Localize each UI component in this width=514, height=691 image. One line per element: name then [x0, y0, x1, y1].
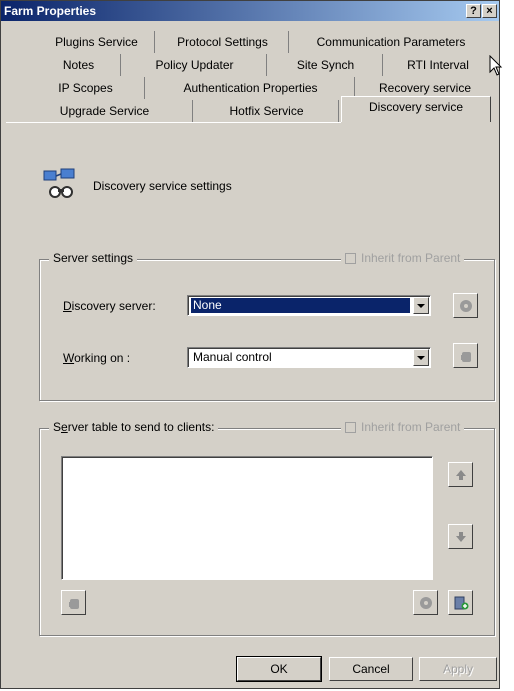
working-on-action-button[interactable]: [453, 343, 478, 368]
working-on-label: Working on :: [63, 351, 131, 365]
inherit-label: Inherit from Parent: [361, 420, 461, 434]
inherit-label: Inherit from Parent: [361, 251, 461, 265]
apply-button[interactable]: Apply: [419, 657, 497, 681]
tab-notes[interactable]: Notes: [37, 54, 121, 76]
tab-hotfix-service[interactable]: Hotfix Service: [195, 100, 339, 122]
tab-panel-edge: [6, 122, 341, 123]
tab-authentication-properties[interactable]: Authentication Properties: [147, 77, 355, 99]
server-table-title: Server table to send to clients:: [49, 420, 219, 434]
gear-icon: [459, 299, 472, 312]
tab-plugins-service[interactable]: Plugins Service: [39, 31, 155, 53]
discovery-server-label: Discovery server:: [63, 299, 156, 313]
window-title: Farm Properties: [4, 4, 97, 18]
discovery-service-icon: [41, 167, 81, 203]
inherit-checkbox[interactable]: [345, 252, 356, 264]
server-settings-group: [39, 259, 495, 401]
tab-protocol-settings[interactable]: Protocol Settings: [157, 31, 289, 53]
add-server-button[interactable]: [448, 590, 473, 615]
add-server-icon: [454, 596, 468, 609]
working-on-value: Manual control: [193, 350, 272, 364]
inherit-checkbox[interactable]: [345, 421, 356, 433]
discovery-server-action-button[interactable]: [453, 293, 478, 318]
header-label: Discovery service settings: [93, 179, 232, 193]
title-bar[interactable]: Farm Properties ? ×: [1, 1, 499, 21]
discovery-server-value: None: [191, 298, 410, 313]
chevron-down-icon[interactable]: [413, 297, 429, 314]
close-button[interactable]: ×: [482, 4, 497, 18]
tab-rti-interval[interactable]: RTI Interval: [385, 54, 491, 76]
tab-ip-scopes[interactable]: IP Scopes: [27, 77, 145, 99]
server-table-inherit[interactable]: Inherit from Parent: [341, 420, 465, 434]
mouse-cursor-icon: [489, 54, 503, 77]
discovery-server-select[interactable]: None: [187, 295, 431, 316]
server-settings-inherit[interactable]: Inherit from Parent: [341, 251, 465, 265]
gear-icon: [419, 596, 432, 609]
move-up-button[interactable]: [448, 462, 473, 487]
tab-policy-updater[interactable]: Policy Updater: [123, 54, 267, 76]
arrow-down-icon: [455, 531, 466, 542]
tab-communication-parameters[interactable]: Communication Parameters: [293, 31, 489, 53]
tab-discovery-service[interactable]: Discovery service: [341, 96, 491, 122]
hand-icon: [68, 598, 79, 609]
server-settings-button[interactable]: [413, 590, 438, 615]
tab-site-synch[interactable]: Site Synch: [269, 54, 383, 76]
chevron-down-icon[interactable]: [413, 349, 429, 366]
hand-icon: [460, 351, 471, 362]
farm-properties-dialog: Farm Properties ? × Plugins Service Prot…: [0, 0, 503, 689]
working-on-select[interactable]: Manual control: [187, 347, 431, 368]
ok-button[interactable]: OK: [236, 656, 322, 682]
move-down-button[interactable]: [448, 524, 473, 549]
cancel-button[interactable]: Cancel: [329, 657, 413, 681]
server-table-list[interactable]: [61, 456, 433, 580]
arrow-up-icon: [455, 469, 466, 480]
tab-upgrade-service[interactable]: Upgrade Service: [17, 100, 193, 122]
server-settings-title: Server settings: [49, 251, 138, 265]
remove-server-button[interactable]: [61, 590, 86, 615]
help-button[interactable]: ?: [466, 4, 481, 18]
